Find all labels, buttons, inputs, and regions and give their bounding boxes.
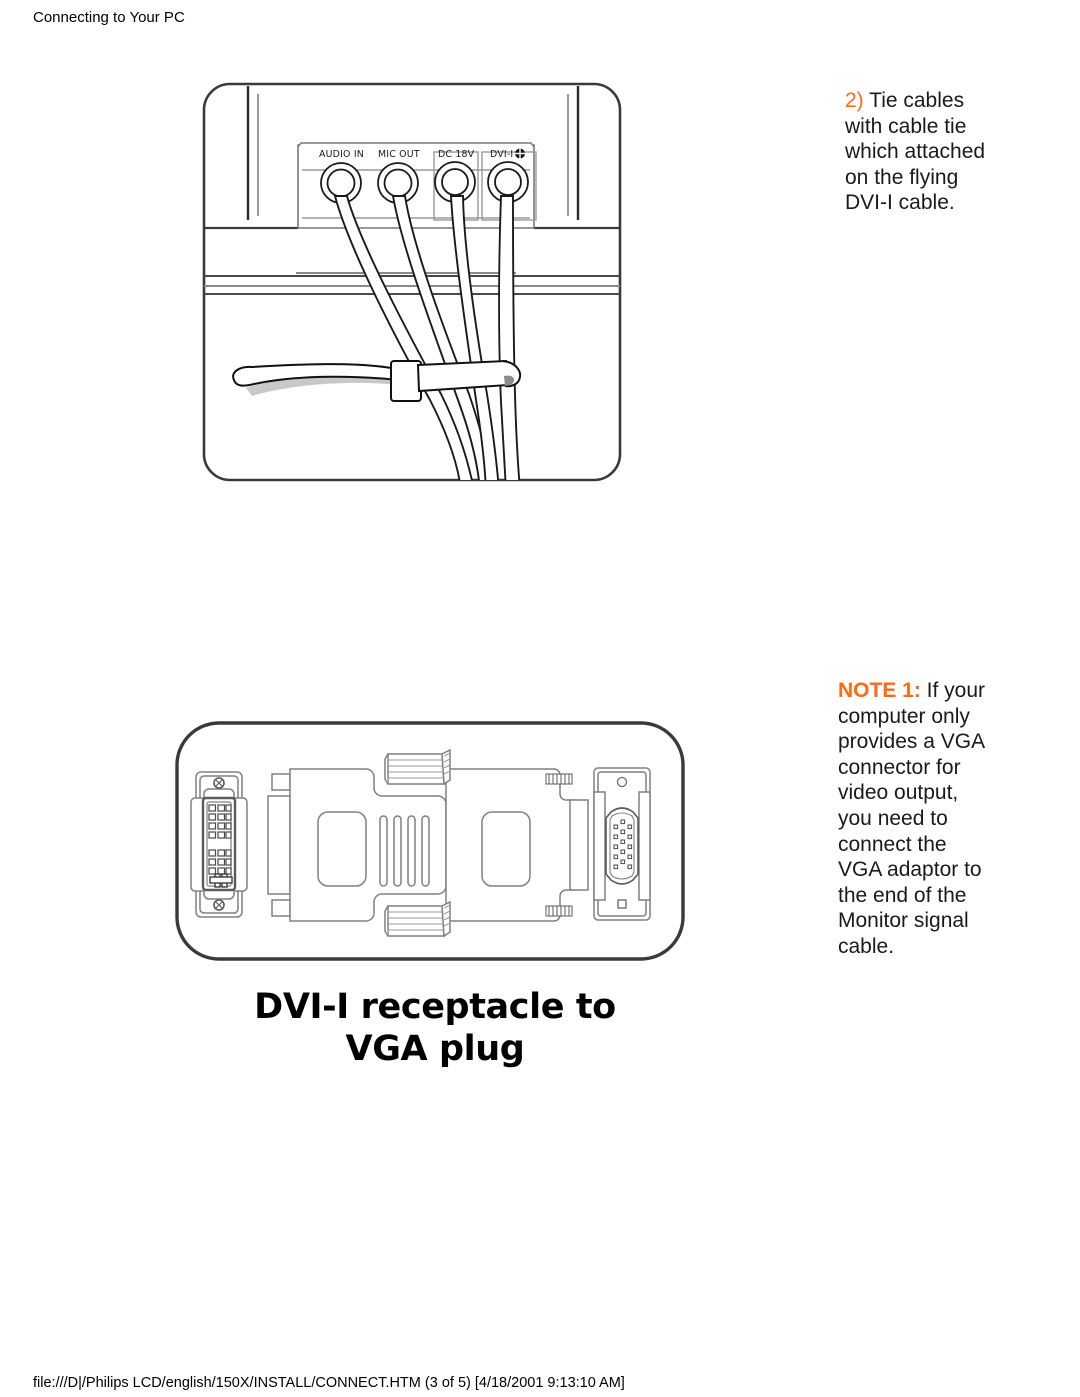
adapter-body [267,748,589,938]
status-bar-path: file:///D|/Philips LCD/english/150X/INST… [33,1375,625,1391]
page-title: Connecting to Your PC [33,9,185,26]
step-instruction: 2) Tie cables with cable tie which attac… [845,88,993,216]
port-label-mic-out: MIC OUT [378,149,420,160]
note-label: NOTE 1: [838,679,921,702]
monitor-rear-illustration: AUDIO IN MIC OUT DC 18V DVI-I [186,80,656,500]
screw-icon [213,899,225,911]
port-label-audio-in: AUDIO IN [319,149,364,160]
adapter-caption: DVI-I receptacle to VGA plug [190,986,680,1070]
thumbscrew-top [384,748,451,786]
adapter-caption-line2: VGA plug [345,1029,525,1069]
thumbscrew-bottom [384,900,451,938]
screw-icon [617,899,627,909]
vga-plug [593,767,651,921]
step-body: Tie cables with cable tie which attached… [845,89,986,215]
port-label-dvi-i: DVI-I [490,149,513,160]
adapter-caption-line1: DVI-I receptacle to [254,987,616,1027]
step-number: 2) [845,89,864,112]
dvi-symbol-icon [515,148,525,159]
screw-icon [616,776,628,788]
monitor-rear-svg: AUDIO IN MIC OUT DC 18V DVI-I [202,82,622,482]
note-body: If your computer only provides a VGA con… [838,679,986,958]
note-block: NOTE 1: If your computer only provides a… [838,678,994,960]
dvi-to-vga-adapter-illustration [160,706,700,976]
dvi-i-receptacle [190,771,248,918]
adapter-svg [175,721,685,961]
screw-icon [213,777,225,789]
port-label-dc-18v: DC 18V [438,149,475,160]
